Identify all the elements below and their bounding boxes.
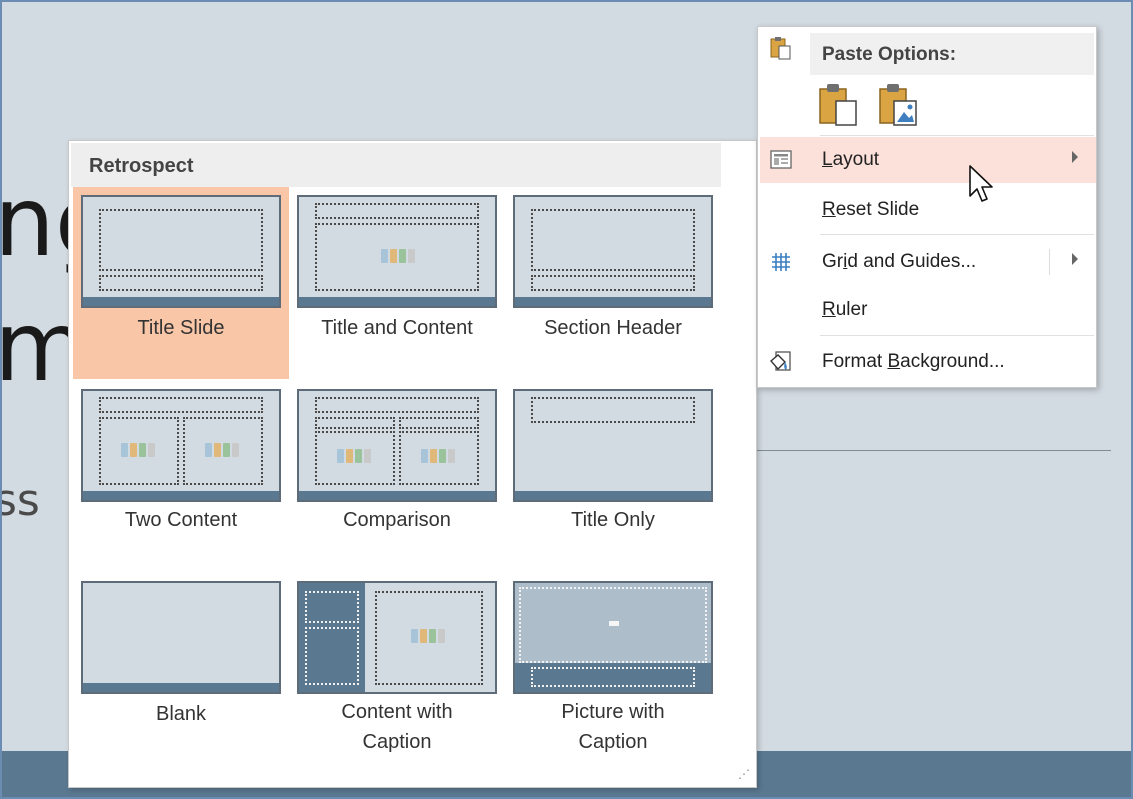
layout-label: Blank [155,703,207,725]
layout-thumbnail [297,581,497,694]
layout-icon [770,150,792,169]
context-menu: Paste Options: Layout Reset Slide Grid a… [757,26,1097,388]
layout-comparison[interactable]: Comparison [289,381,505,573]
menu-separator [820,135,1094,136]
submenu-arrow-icon [1072,253,1078,265]
layout-label-line-2: Caption [362,731,432,753]
menu-item-ruler[interactable]: Ruler [760,287,1096,333]
menu-item-label: Reset Slide [822,199,920,220]
layout-thumbnail [81,389,281,502]
layout-title-and-content[interactable]: Title and Content [289,187,505,379]
menu-item-label: Layout [822,149,880,170]
layout-content-with-caption[interactable]: Content with Caption [289,573,505,785]
menu-item-reset-slide[interactable]: Reset Slide [760,187,1096,233]
layout-thumbnail [513,389,713,502]
menu-item-grid-and-guides[interactable]: Grid and Guides... [760,239,1096,285]
layout-title-slide[interactable]: Title Slide [73,187,289,379]
gallery-section-title: Retrospect [71,143,721,187]
slide-subtitle-fragment: ss [2,475,40,526]
layout-thumbnail [513,195,713,308]
layout-label: Picture with [561,701,665,723]
layout-picture-with-caption[interactable]: Picture with Caption [505,573,721,785]
layout-label: Section Header [544,317,682,339]
layout-label: Title Only [571,509,655,531]
menu-item-layout[interactable]: Layout [760,137,1096,183]
grid-icon [772,253,790,271]
paste-picture-icon[interactable] [876,81,922,129]
layout-two-content[interactable]: Two Content [73,381,289,573]
paste-options-title: Paste Options: [810,33,1094,75]
layout-label: Title Slide [137,317,225,339]
layout-thumbnail [81,195,281,308]
layout-thumbnail [513,581,713,694]
content-placeholder-icons [381,249,415,263]
mouse-cursor-icon [969,165,993,202]
layout-thumbnail [297,195,497,308]
layout-label: Title and Content [321,317,473,339]
menu-item-format-background[interactable]: Format Background... [760,339,1096,385]
slide-divider [742,450,1111,451]
layout-title-only[interactable]: Title Only [505,381,721,573]
menu-item-label: Grid and Guides... [822,251,977,272]
layout-label: Comparison [343,509,451,531]
submenu-arrow-icon [1072,151,1078,163]
layout-label: Two Content [124,509,238,531]
layout-gallery: Retrospect Title Slide Title and Content… [68,140,757,788]
menu-separator [820,234,1094,235]
paste-keep-formatting-icon[interactable] [816,81,862,129]
layout-label: Content with [341,701,453,723]
menu-separator [820,335,1094,336]
layout-blank[interactable]: Blank [73,573,289,785]
layout-label-line-2: Caption [578,731,648,753]
layout-thumbnail [81,581,281,694]
menu-item-label: Ruler [822,299,868,320]
layout-thumbnail [297,389,497,502]
paste-icon [770,37,791,60]
menu-item-label: Format Background... [822,351,1005,372]
resize-grip-icon[interactable]: ⋰ [738,767,750,781]
format-background-icon [770,351,791,371]
submenu-split-divider [1049,249,1050,275]
layout-section-header[interactable]: Section Header [505,187,721,379]
